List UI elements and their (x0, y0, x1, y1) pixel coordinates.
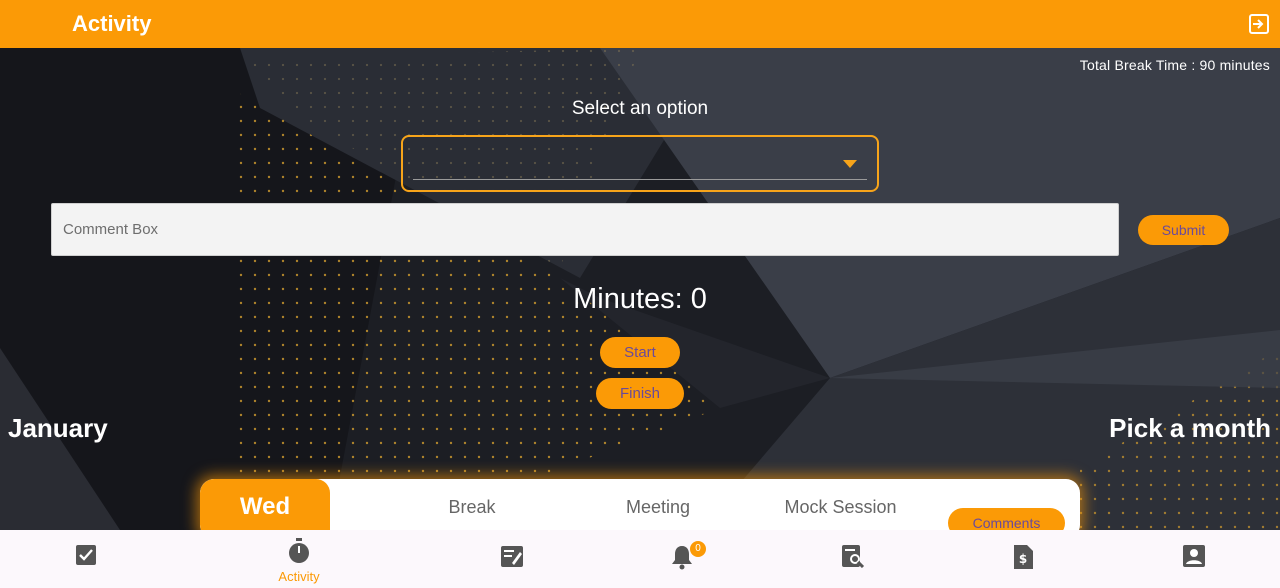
nav-item-notifications[interactable]: 0 (622, 530, 742, 588)
caret-down-icon (843, 160, 857, 168)
nav-item-edit[interactable] (452, 530, 572, 588)
profile-icon (1183, 545, 1205, 567)
app-bar: Activity (0, 0, 1280, 48)
search-document-icon (842, 545, 865, 568)
invoice-icon: $ (1014, 545, 1033, 569)
break-column-header: Break (448, 497, 496, 517)
svg-text:$: $ (1019, 552, 1027, 566)
logout-icon[interactable] (1248, 13, 1270, 35)
nav-item-profile[interactable] (1134, 530, 1254, 588)
page-title: Activity (72, 11, 152, 36)
meeting-column-header: Meeting (625, 497, 691, 517)
current-month: January (8, 413, 108, 443)
comment-input[interactable] (51, 203, 1119, 256)
nav-label-activity: Activity (278, 569, 320, 584)
option-dropdown[interactable] (401, 135, 879, 192)
nav-item-tasks[interactable] (26, 530, 146, 588)
nav-item-activity[interactable]: Activity (239, 530, 359, 588)
finish-button[interactable]: Finish (596, 378, 684, 409)
select-option-label: Select an option (571, 98, 709, 119)
mock-session-column-header: Mock Session (784, 497, 897, 517)
nav-item-review[interactable] (793, 530, 913, 588)
submit-button[interactable]: Submit (1138, 215, 1229, 245)
pick-month-button[interactable]: Pick a month (1109, 413, 1271, 444)
nav-item-invoice[interactable]: $ (963, 530, 1083, 588)
notification-badge: 0 (690, 541, 706, 557)
edit-document-icon (501, 546, 523, 567)
dropdown-underline (413, 179, 867, 180)
checkbox-icon (76, 545, 96, 565)
stopwatch-icon (289, 538, 309, 563)
bottom-navigation: Activity 0 $ (0, 530, 1280, 588)
total-break-time: Total Break Time : 90 minutes (1079, 57, 1270, 73)
start-button[interactable]: Start (600, 337, 680, 368)
minutes-display: Minutes: 0 (573, 283, 707, 315)
